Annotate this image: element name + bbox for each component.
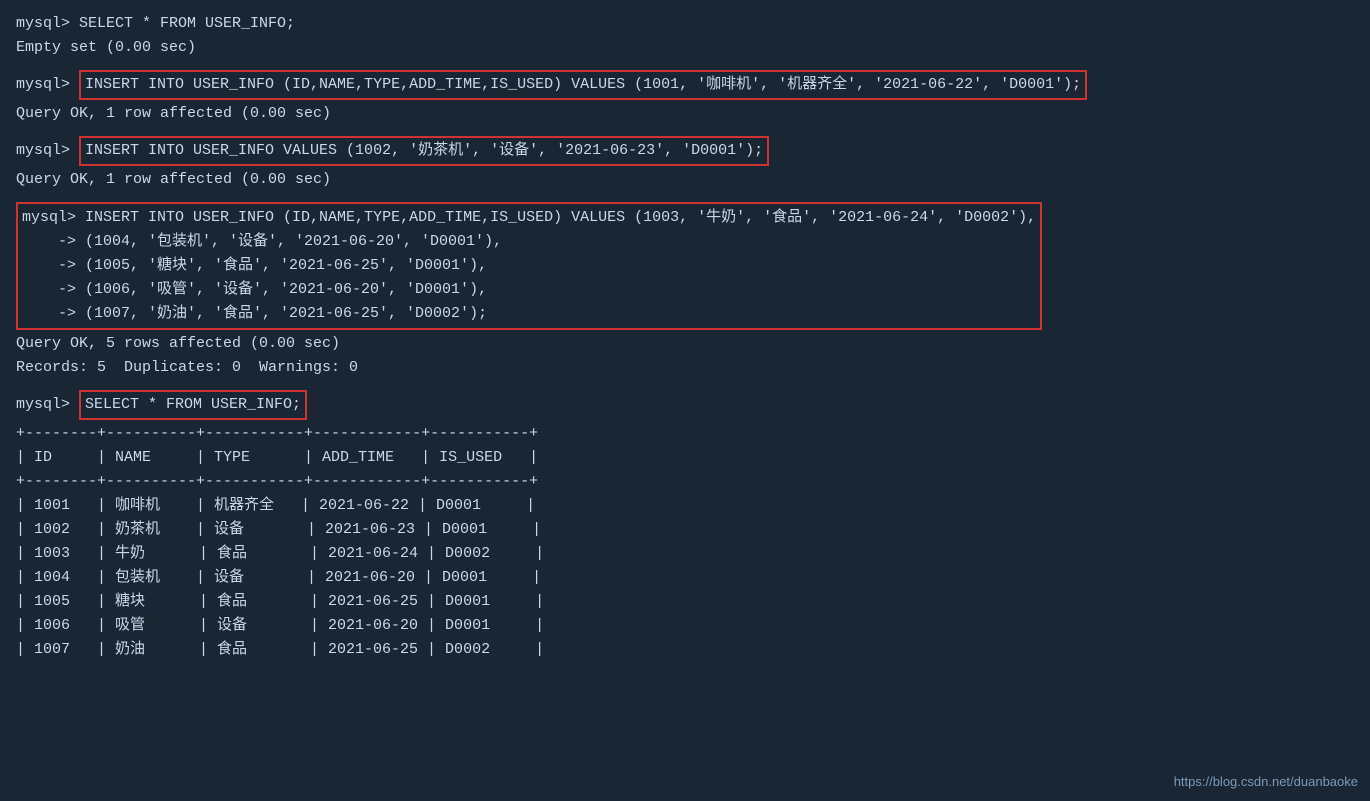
multiline-line-5: -> (1007, '奶油', '食品', '2021-06-25', 'D00… <box>22 302 1036 326</box>
table-row-1001: | 1001 | 咖啡机 | 机器齐全 | 2021-06-22 | D0001… <box>16 494 1354 518</box>
prompt-select-2: mysql> <box>16 396 79 413</box>
line-1: mysql> SELECT * FROM USER_INFO; <box>16 12 1354 36</box>
cmd-multi-1: INSERT INTO USER_INFO (ID,NAME,TYPE,ADD_… <box>85 209 1036 226</box>
multiline-insert-block: mysql> INSERT INTO USER_INFO (ID,NAME,TY… <box>16 202 1042 330</box>
multiline-line-2: -> (1004, '包装机', '设备', '2021-06-20', 'D0… <box>22 230 1036 254</box>
multiline-line-3: -> (1005, '糖块', '食品', '2021-06-25', 'D00… <box>22 254 1036 278</box>
table-row-1007: | 1007 | 奶油 | 食品 | 2021-06-25 | D0002 | <box>16 638 1354 662</box>
spacer-2 <box>16 126 1354 134</box>
table-border-mid: +--------+----------+-----------+-------… <box>16 470 1354 494</box>
line-records: Records: 5 Duplicates: 0 Warnings: 0 <box>16 356 1354 380</box>
cmd-select-2: SELECT * FROM USER_INFO; <box>79 390 307 420</box>
multiline-line-1: mysql> INSERT INTO USER_INFO (ID,NAME,TY… <box>22 206 1036 230</box>
cmd-1: SELECT * FROM USER_INFO; <box>79 15 295 32</box>
spacer-3 <box>16 192 1354 200</box>
table-border-top: +--------+----------+-----------+-------… <box>16 422 1354 446</box>
prompt-3: mysql> <box>16 76 79 93</box>
cmd-multi-4: -> (1006, '吸管', '设备', '2021-06-20', 'D00… <box>22 281 487 298</box>
multiline-line-4: -> (1006, '吸管', '设备', '2021-06-20', 'D00… <box>22 278 1036 302</box>
cmd-multi-2: -> (1004, '包装机', '设备', '2021-06-20', 'D0… <box>22 233 502 250</box>
table-row-1004: | 1004 | 包装机 | 设备 | 2021-06-20 | D0001 | <box>16 566 1354 590</box>
table-row-1003: | 1003 | 牛奶 | 食品 | 2021-06-24 | D0002 | <box>16 542 1354 566</box>
table-row-1006: | 1006 | 吸管 | 设备 | 2021-06-20 | D0001 | <box>16 614 1354 638</box>
line-select-2: mysql> SELECT * FROM USER_INFO; <box>16 388 1354 422</box>
cmd-multi-5: -> (1007, '奶油', '食品', '2021-06-25', 'D00… <box>22 305 487 322</box>
table-header: | ID | NAME | TYPE | ADD_TIME | IS_USED … <box>16 446 1354 470</box>
prompt-5: mysql> <box>16 142 79 159</box>
line-query-ok-5: Query OK, 5 rows affected (0.00 sec) <box>16 332 1354 356</box>
line-2: Empty set (0.00 sec) <box>16 36 1354 60</box>
table-row-1002: | 1002 | 奶茶机 | 设备 | 2021-06-23 | D0001 | <box>16 518 1354 542</box>
terminal: mysql> SELECT * FROM USER_INFO; Empty se… <box>16 12 1354 662</box>
prompt-multi: mysql> <box>22 209 85 226</box>
cmd-insert-2: INSERT INTO USER_INFO VALUES (1002, '奶茶机… <box>79 136 769 166</box>
spacer-1 <box>16 60 1354 68</box>
cmd-insert-1: INSERT INTO USER_INFO (ID,NAME,TYPE,ADD_… <box>79 70 1087 100</box>
prompt-1: mysql> <box>16 15 79 32</box>
watermark: https://blog.csdn.net/duanbaoke <box>1174 772 1358 793</box>
spacer-4 <box>16 380 1354 388</box>
cmd-multi-3: -> (1005, '糖块', '食品', '2021-06-25', 'D00… <box>22 257 487 274</box>
line-3: mysql> INSERT INTO USER_INFO (ID,NAME,TY… <box>16 68 1354 102</box>
line-4: Query OK, 1 row affected (0.00 sec) <box>16 102 1354 126</box>
table-row-1005: | 1005 | 糖块 | 食品 | 2021-06-25 | D0001 | <box>16 590 1354 614</box>
line-5: mysql> INSERT INTO USER_INFO VALUES (100… <box>16 134 1354 168</box>
line-6: Query OK, 1 row affected (0.00 sec) <box>16 168 1354 192</box>
